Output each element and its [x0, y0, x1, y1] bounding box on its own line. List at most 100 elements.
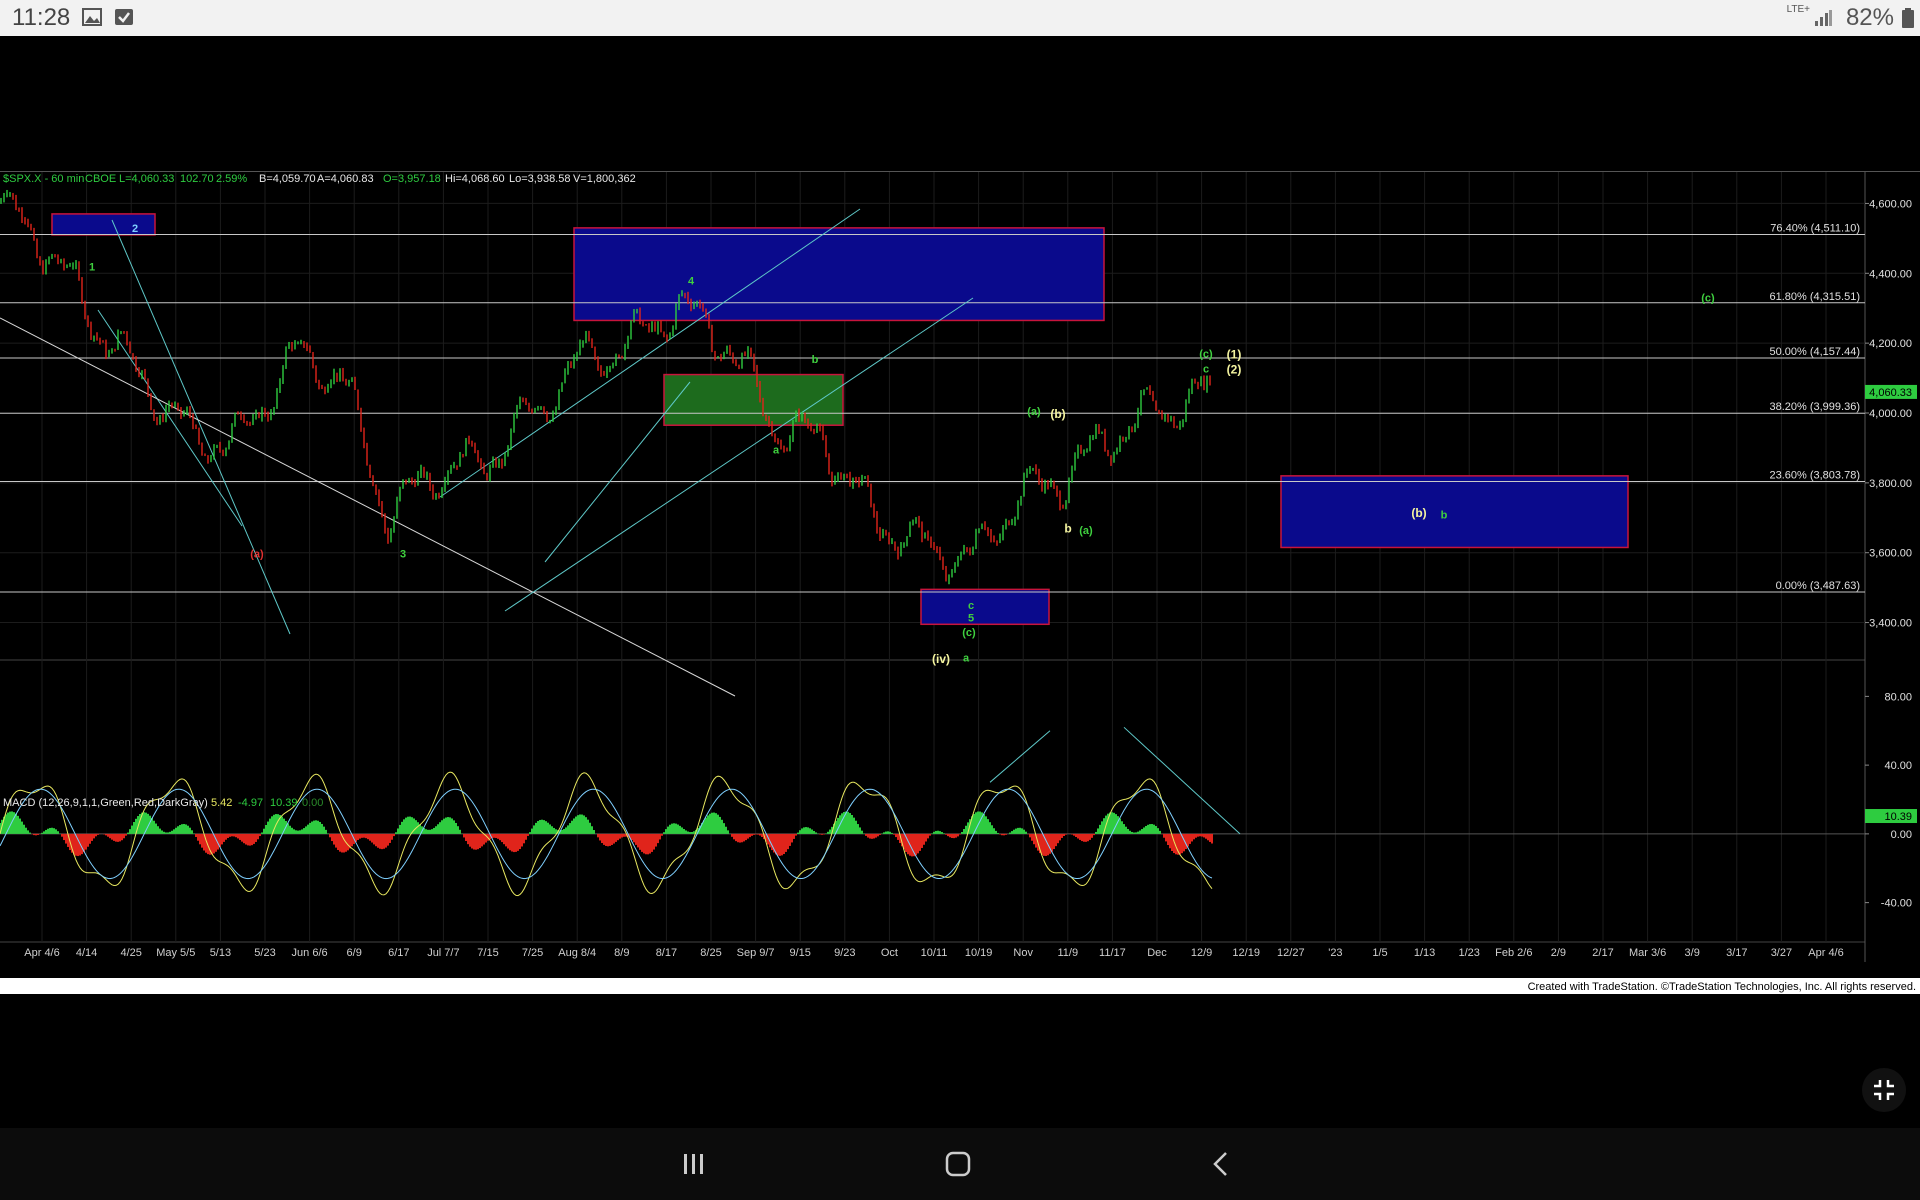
macd-value-1: 5.42 — [211, 797, 232, 809]
macd-marker-label: 10.39 — [1884, 811, 1912, 823]
date-tick-label: 3/9 — [1685, 947, 1700, 959]
chart-window: 76.40% (4,511.10) 61.80% (4,315.51) 50.00%… — [0, 171, 1920, 994]
wave-label: b — [1064, 521, 1071, 535]
last-price-marker-label: 4,060.33 — [1869, 387, 1912, 399]
trendline — [504, 297, 974, 612]
date-tick-label: 6/9 — [347, 947, 362, 959]
wave-label: c — [1203, 363, 1209, 375]
wave-label: (c) — [1701, 293, 1715, 305]
price-tick-label: 3,400.00 — [1869, 618, 1912, 630]
wave-label: a — [773, 445, 780, 457]
price-tick-label: 4,600.00 — [1869, 198, 1912, 210]
wave-label: 3 — [400, 549, 406, 561]
date-tick-label: 6/17 — [388, 947, 409, 959]
date-tick-label: Apr 4/6 — [1808, 947, 1843, 959]
zone-green — [663, 373, 844, 426]
wave-label: 2 — [132, 223, 138, 235]
wave-label: (c) — [962, 627, 976, 639]
price-tick-label: 3,800.00 — [1869, 478, 1912, 490]
macd-divergence-line — [1123, 726, 1241, 835]
date-tick-label: 9/15 — [789, 947, 810, 959]
date-tick-label: 3/17 — [1726, 947, 1747, 959]
image-icon — [82, 8, 102, 26]
date-tick-label: Sep 9/7 — [737, 947, 775, 959]
credit-text: Created with TradeStation. ©TradeStation… — [1525, 980, 1918, 994]
date-tick-label: 1/23 — [1458, 947, 1479, 959]
wave-label: (a) — [250, 549, 264, 561]
trendline — [0, 317, 736, 697]
date-tick-label: 8/17 — [656, 947, 677, 959]
symbol-text: $SPX.X - 60 min — [3, 173, 84, 185]
wave-label: 4 — [688, 275, 695, 287]
macd-panel — [0, 726, 1865, 897]
macd-label: MACD (12,26,9,1,1,Green,Red,DarkGray) — [3, 797, 208, 809]
date-tick-label: 3/27 — [1771, 947, 1792, 959]
wave-label: (a) — [1079, 525, 1093, 537]
price-change: 102.70 — [180, 173, 214, 185]
wave-label: (iv) — [932, 652, 950, 666]
macd-value-4: 0.00 — [302, 797, 323, 809]
wave-label: (c) — [1199, 349, 1213, 361]
date-tick-label: Jul 7/7 — [427, 947, 459, 959]
date-tick-label: 4/25 — [120, 947, 141, 959]
wave-label: c — [968, 600, 974, 612]
price-tick-label: 4,400.00 — [1869, 268, 1912, 280]
date-tick-label: 7/15 — [477, 947, 498, 959]
date-tick-label: 12/19 — [1232, 947, 1260, 959]
network-type: LTE+ — [1786, 4, 1810, 15]
back-icon[interactable] — [1202, 1146, 1242, 1182]
price-tick-label: 4,200.00 — [1869, 338, 1912, 350]
high-price: Hi=4,068.60 — [445, 173, 505, 185]
exit-fullscreen-button[interactable] — [1862, 1068, 1906, 1112]
macd-value-3: 10.39 — [270, 797, 298, 809]
low-price: Lo=3,938.58 — [509, 173, 570, 185]
home-icon[interactable] — [938, 1146, 978, 1182]
date-tick-label: 5/13 — [210, 947, 231, 959]
date-tick-label: 9/23 — [834, 947, 855, 959]
price-tick-label: 3,600.00 — [1869, 548, 1912, 560]
macd-divergence-line — [989, 730, 1051, 783]
macd-tick-label: -40.00 — [1881, 898, 1912, 910]
bid-price: B=4,059.70 — [259, 173, 316, 185]
date-tick-label: Nov — [1013, 947, 1033, 959]
open-price: O=3,957.18 — [383, 173, 441, 185]
macd-header: MACD (12,26,9,1,1,Green,Red,DarkGray) 5.… — [3, 797, 323, 809]
wave-label: (b) — [1050, 407, 1065, 421]
price-chart[interactable]: 76.40% (4,511.10)61.80% (4,315.51)50.00%… — [0, 172, 1920, 994]
date-tick-label: '23 — [1328, 947, 1342, 959]
date-tick-label: 10/11 — [921, 947, 948, 959]
wave-label: b — [1441, 509, 1448, 521]
date-tick-label: 8/9 — [614, 947, 629, 959]
fib-level-label: 61.80% (4,315.51) — [1769, 291, 1860, 303]
collapse-icon — [1874, 1080, 1894, 1100]
macd-tick-label: 80.00 — [1884, 691, 1912, 703]
date-tick-label: 12/27 — [1277, 947, 1305, 959]
zone-wave-2-target — [1280, 475, 1629, 549]
wave-label: a — [963, 652, 970, 664]
date-tick-label: 2/17 — [1592, 947, 1613, 959]
last-price: L=4,060.33 — [119, 173, 174, 185]
exchange-text: CBOE — [85, 173, 116, 185]
status-bar: 11:28 LTE+ 82% — [0, 0, 1920, 36]
price-change-pct: 2.59% — [216, 173, 247, 185]
date-tick-label: 1/13 — [1414, 947, 1435, 959]
status-time: 11:28 — [12, 4, 71, 31]
wave-label: b — [812, 354, 819, 366]
date-tick-label: Dec — [1147, 947, 1167, 959]
date-tick-label: 2/9 — [1551, 947, 1566, 959]
price-tick-label: 4,000.00 — [1869, 408, 1912, 420]
recent-apps-icon[interactable] — [674, 1146, 714, 1182]
battery-percent: 82% — [1845, 4, 1894, 31]
date-tick-label: Apr 4/6 — [24, 947, 59, 959]
date-tick-label: 12/9 — [1191, 947, 1212, 959]
fib-level-label: 50.00% (4,157.44) — [1769, 346, 1860, 358]
zone-upper-target — [573, 227, 1105, 322]
wave-label: (2) — [1227, 362, 1242, 376]
trendline — [111, 219, 291, 635]
navigation-bar — [0, 1128, 1920, 1200]
wave-label: 5 — [968, 612, 974, 624]
volume-text: V=1,800,362 — [573, 173, 636, 185]
target-zones — [51, 213, 1629, 626]
date-tick-label: Mar 3/6 — [1629, 947, 1666, 959]
fib-level-label: 38.20% (3,999.36) — [1769, 401, 1860, 413]
